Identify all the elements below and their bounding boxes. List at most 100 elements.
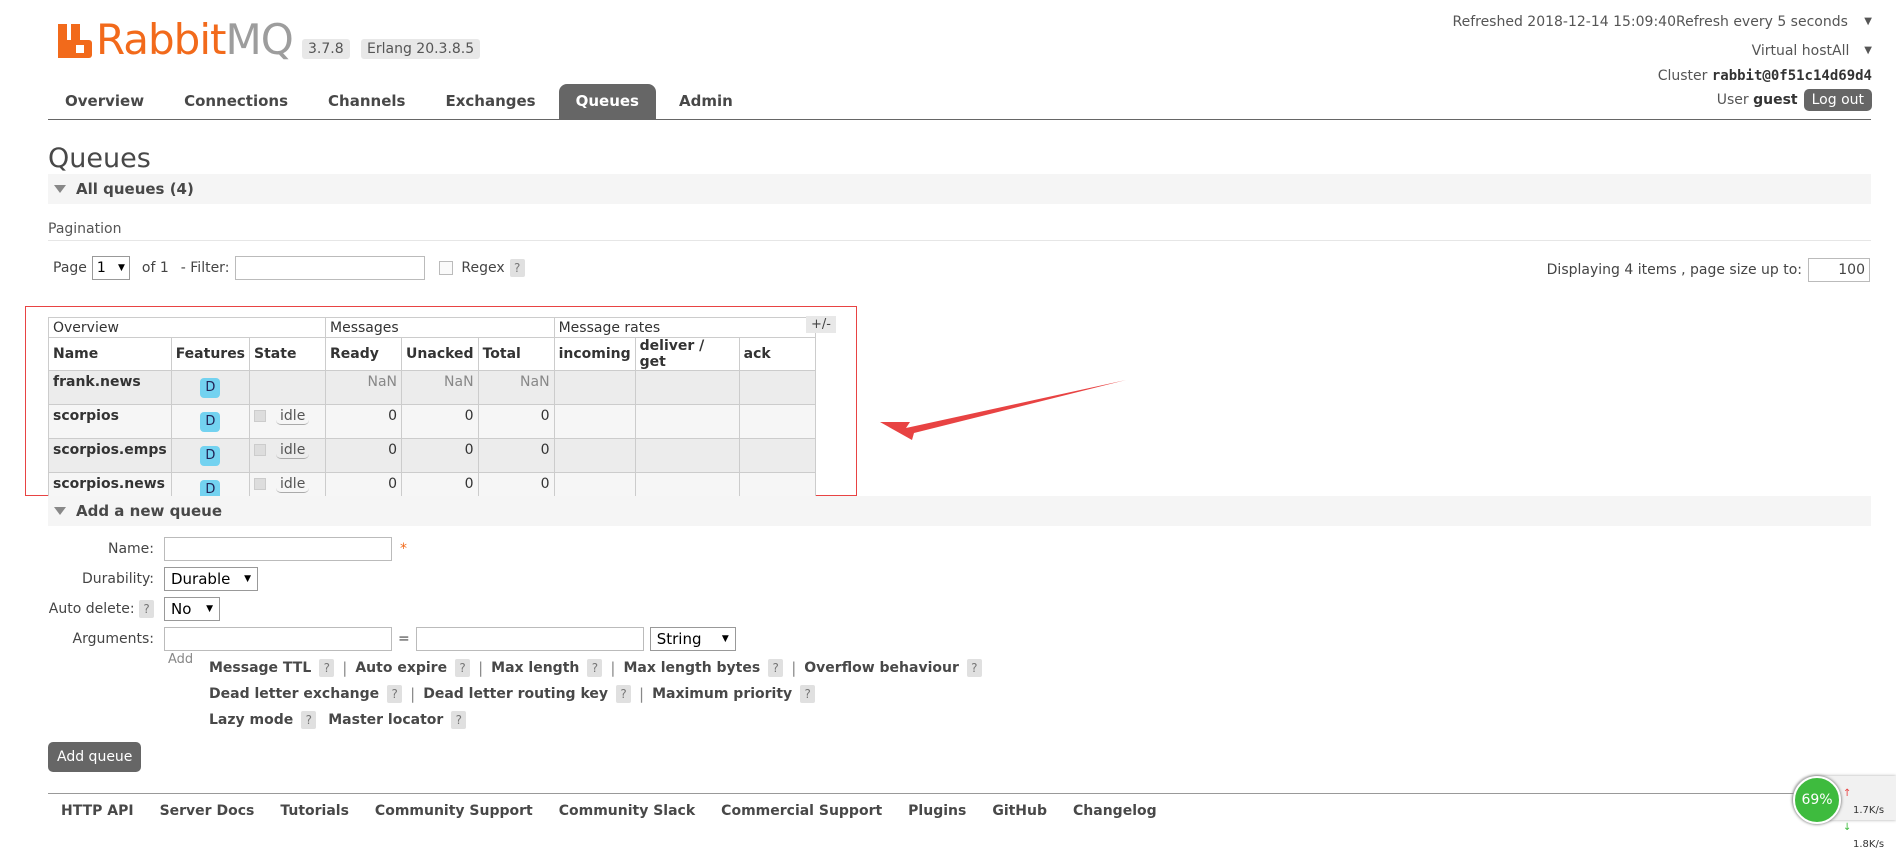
incoming-rate [553, 404, 636, 439]
virtual-host-select[interactable]: All ▼ [1832, 43, 1872, 59]
arg-message-ttl-link[interactable]: Message TTL [209, 655, 311, 681]
tab-channels[interactable]: Channels [311, 84, 422, 119]
help-icon[interactable]: ? [301, 711, 317, 729]
table-row[interactable]: frank.news D NaN NaN NaN [48, 370, 816, 405]
help-icon[interactable]: ? [455, 659, 471, 677]
help-icon[interactable]: ? [966, 659, 982, 677]
column-header-deliver-get[interactable]: deliver / get [634, 337, 740, 371]
regex-help-icon[interactable]: ? [509, 259, 525, 277]
arg-dead-letter-routing-key-link[interactable]: Dead letter routing key [423, 681, 608, 707]
arg-lazy-mode-link[interactable]: Lazy mode [209, 707, 293, 733]
column-header-features[interactable]: Features [170, 337, 251, 371]
footer-link-community-slack[interactable]: Community Slack [559, 803, 695, 819]
help-icon[interactable]: ? [800, 685, 816, 703]
group-header-overview: Overview [47, 317, 327, 338]
argument-value-input[interactable] [415, 627, 644, 651]
argument-key-input[interactable] [164, 627, 392, 651]
column-header-ready[interactable]: Ready [325, 337, 403, 371]
help-icon[interactable]: ? [319, 659, 335, 677]
footer-link-plugins[interactable]: Plugins [908, 803, 966, 819]
queue-name-link[interactable]: scorpios.emps [48, 438, 172, 473]
upload-arrow-icon: ↑ [1843, 788, 1852, 799]
rabbitmq-logo[interactable]: Rabbit MQ [58, 14, 294, 64]
all-queues-toggle[interactable]: All queues (4) [48, 174, 1871, 204]
page-label: Page [53, 260, 87, 276]
toggle-columns-button[interactable]: +/- [806, 316, 836, 333]
collapse-triangle-icon [54, 507, 66, 515]
tab-queues[interactable]: Queues [558, 84, 656, 119]
footer-divider [48, 793, 1871, 794]
help-icon[interactable]: ? [768, 659, 784, 677]
help-icon[interactable]: ? [387, 685, 403, 703]
durability-select[interactable]: Durable ▼ [164, 567, 258, 591]
footer-link-commercial-support[interactable]: Commercial Support [721, 803, 882, 819]
ready-count: NaN [325, 370, 403, 405]
footer-link-changelog[interactable]: Changelog [1073, 803, 1157, 819]
arg-max-length-link[interactable]: Max length [491, 655, 579, 681]
arg-overflow-behaviour-link[interactable]: Overflow behaviour [804, 655, 959, 681]
dropdown-arrow-icon: ▼ [244, 574, 251, 584]
help-icon[interactable]: ? [616, 685, 632, 703]
arg-dead-letter-exchange-link[interactable]: Dead letter exchange [209, 681, 379, 707]
page-select[interactable]: 1 ▼ [91, 256, 130, 280]
add-queue-toggle[interactable]: Add a new queue [48, 496, 1871, 526]
page-size-input[interactable]: 100 [1808, 258, 1870, 282]
column-header-incoming[interactable]: incoming [553, 337, 636, 371]
filter-input[interactable] [235, 256, 426, 280]
refresh-interval-select[interactable]: Refresh every 5 seconds ▼ [1676, 14, 1872, 30]
auto-delete-select[interactable]: No ▼ [164, 597, 220, 621]
queue-state [249, 370, 327, 405]
footer-link-tutorials[interactable]: Tutorials [280, 803, 349, 819]
footer-link-http-api[interactable]: HTTP API [61, 803, 134, 819]
deliver-get-rate [634, 438, 740, 473]
arg-max-length-bytes-link[interactable]: Max length bytes [623, 655, 760, 681]
dropdown-arrow-icon: ▼ [1864, 16, 1872, 27]
arguments-label: Arguments: [72, 631, 154, 647]
incoming-rate [553, 438, 636, 473]
argument-type-select[interactable]: String ▼ [649, 627, 736, 651]
auto-delete-label-wrap: Auto delete: ? [48, 600, 154, 618]
erlang-version-badge: Erlang 20.3.8.5 [361, 39, 481, 59]
filter-label: - Filter: [180, 260, 230, 276]
durability-value: Durable [171, 570, 231, 588]
unacked-count: 0 [401, 438, 479, 473]
arg-maximum-priority-link[interactable]: Maximum priority [652, 681, 792, 707]
tab-admin[interactable]: Admin [662, 84, 750, 119]
total-count: NaN [477, 370, 555, 405]
footer-link-github[interactable]: GitHub [992, 803, 1047, 819]
tab-exchanges[interactable]: Exchanges [428, 84, 552, 119]
page-size-controls: Displaying 4 items , page size up to: 10… [1547, 258, 1870, 282]
help-icon[interactable]: ? [451, 711, 467, 729]
auto-delete-value: No [171, 600, 192, 618]
upload-speed: 1.7K/s [1853, 805, 1885, 816]
version-badge: 3.7.8 [302, 39, 350, 59]
add-queue-button[interactable]: Add queue [48, 742, 142, 772]
footer-link-community-support[interactable]: Community Support [375, 803, 533, 819]
queue-name-link[interactable]: frank.news [48, 370, 172, 405]
tab-overview[interactable]: Overview [48, 84, 161, 119]
help-icon[interactable]: ? [587, 659, 603, 677]
column-header-state[interactable]: State [249, 337, 327, 371]
column-header-total[interactable]: Total [477, 337, 555, 371]
column-header-ack[interactable]: ack [738, 337, 816, 371]
dropdown-arrow-icon: ▼ [117, 263, 125, 273]
auto-delete-help-icon[interactable]: ? [139, 600, 154, 618]
arg-master-locator-link[interactable]: Master locator [328, 707, 443, 733]
network-speeds: ↑ 1.7K/s ↓ 1.8K/s [1843, 784, 1896, 852]
ready-count: 0 [325, 438, 403, 473]
table-row[interactable]: scorpios D idle 0 0 0 [48, 404, 816, 439]
regex-checkbox[interactable] [439, 261, 454, 275]
column-header-unacked[interactable]: Unacked [401, 337, 479, 371]
refreshed-timestamp: Refreshed 2018-12-14 15:09:40 [1452, 13, 1676, 30]
download-arrow-icon: ↓ [1843, 822, 1852, 833]
state-indicator-icon [254, 444, 267, 456]
footer-link-server-docs[interactable]: Server Docs [160, 803, 255, 819]
table-row[interactable]: scorpios.emps D idle 0 0 0 [48, 438, 816, 473]
tab-connections[interactable]: Connections [167, 84, 305, 119]
queue-name-link[interactable]: scorpios [48, 404, 172, 439]
queue-name-input[interactable] [164, 537, 392, 561]
column-header-name[interactable]: Name [48, 337, 172, 371]
arg-auto-expire-link[interactable]: Auto expire [355, 655, 447, 681]
cluster-label: Cluster [1657, 68, 1708, 84]
network-load-gauge[interactable]: 69% [1793, 776, 1841, 824]
